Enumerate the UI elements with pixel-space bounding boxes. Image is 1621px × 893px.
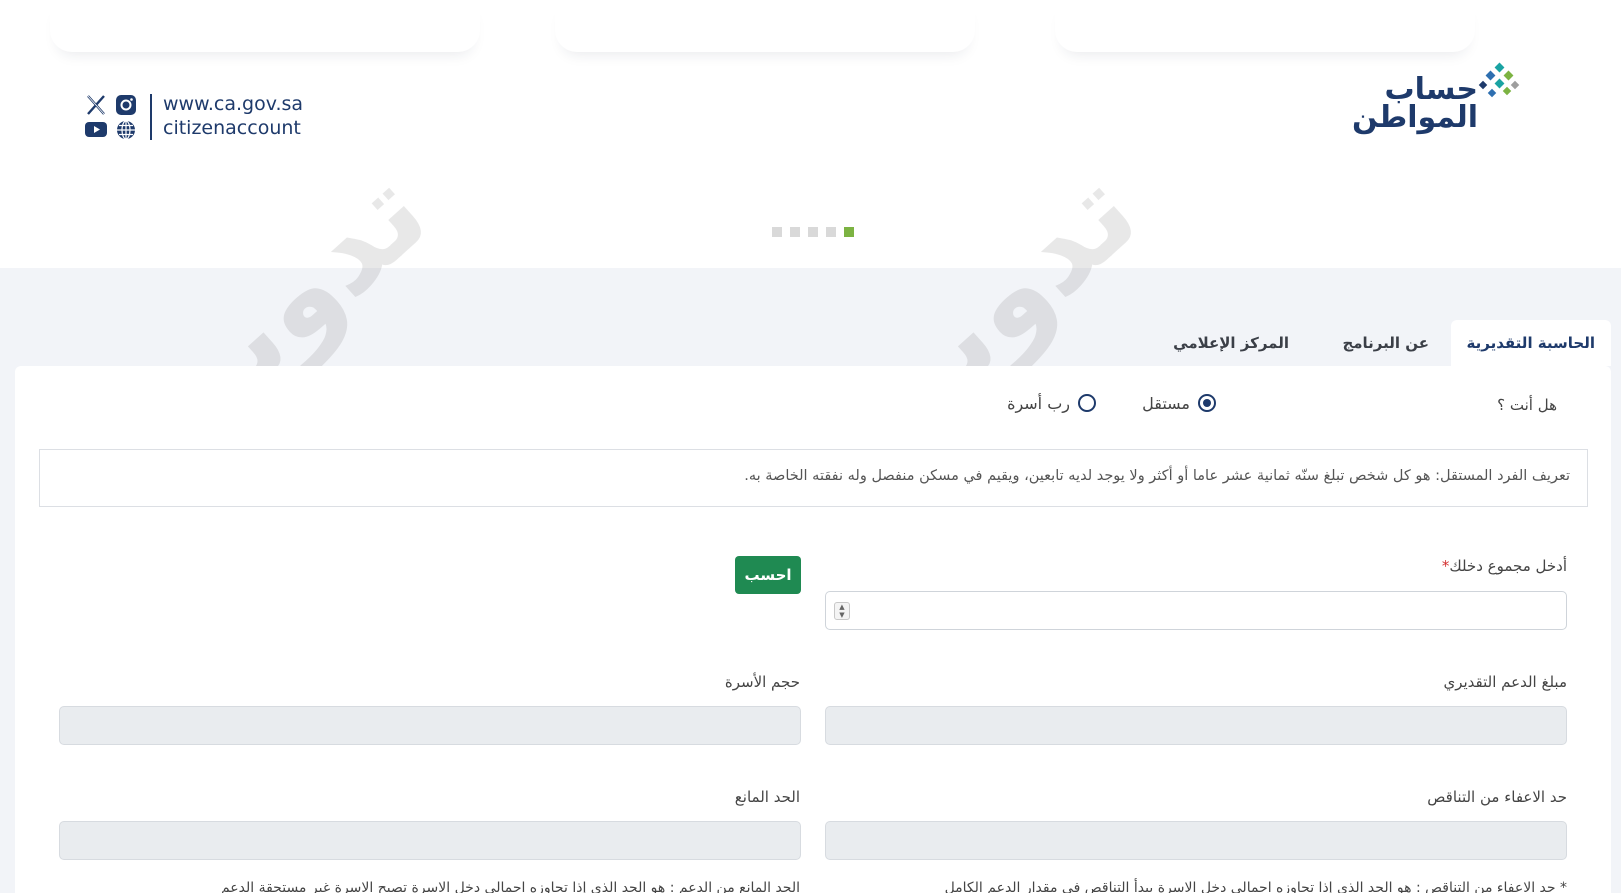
- globe-icon[interactable]: [115, 118, 137, 140]
- hero-banner: حساب المواطن www.ca.gov.sa citizenaccoun…: [0, 0, 1621, 268]
- tab-bar: الحاسبة التقديرية عن البرنامج المركز الإ…: [1011, 320, 1611, 366]
- slider-dot[interactable]: [790, 227, 800, 237]
- support-amount-label: مبلغ الدعم التقديري: [1443, 673, 1567, 691]
- citizen-account-logo[interactable]: حساب المواطن: [1352, 62, 1520, 144]
- banner-card-edge: [50, 0, 480, 52]
- tab-calculator[interactable]: الحاسبة التقديرية: [1450, 320, 1611, 366]
- applicant-type-question: هل أنت ؟: [1497, 396, 1557, 414]
- slider-dot[interactable]: [826, 227, 836, 237]
- radio-family-head[interactable]: رب أسرة: [1007, 392, 1096, 414]
- family-size-field: [59, 706, 801, 745]
- tab-about[interactable]: عن البرنامج: [1342, 320, 1429, 366]
- number-spinner-icon[interactable]: ▲ ▼: [834, 602, 850, 620]
- radio-circle-selected[interactable]: [1198, 394, 1216, 412]
- instagram-icon[interactable]: [115, 94, 137, 116]
- prohibitive-limit-label: الحد المانع: [734, 788, 800, 806]
- tab-media-center[interactable]: المركز الإعلامي: [1173, 320, 1289, 366]
- slider-dot[interactable]: [808, 227, 818, 237]
- exemption-limit-field: [825, 821, 1567, 860]
- slider-dot-active[interactable]: [844, 227, 854, 237]
- logo-line2: المواطن: [1351, 100, 1478, 135]
- slider-dot[interactable]: [772, 227, 782, 237]
- independent-definition: تعريف الفرد المستقل: هو كل شخص تبلغ سنّه…: [39, 449, 1588, 507]
- social-handle: citizenaccount: [163, 117, 301, 139]
- support-amount-field: [825, 706, 1567, 745]
- website-link[interactable]: www.ca.gov.sa: [163, 92, 303, 116]
- banner-card-edge: [555, 0, 975, 52]
- calculate-button[interactable]: احسب: [735, 556, 801, 594]
- exemption-limit-label: حد الاعفاء من التناقص: [1427, 788, 1567, 806]
- income-input[interactable]: ▲ ▼: [825, 591, 1567, 630]
- youtube-icon[interactable]: [85, 118, 107, 140]
- prohibitive-limit-field: [59, 821, 801, 860]
- x-icon[interactable]: [85, 94, 107, 116]
- radio-label-family-head: رب أسرة: [1007, 393, 1070, 413]
- radio-circle[interactable]: [1078, 394, 1096, 412]
- limit-note: الحد المانع من الدعم : هو الحد الذي إذا …: [220, 880, 800, 893]
- exemption-note: * حد الاعفاء من التناقص : هو الحد الذي إ…: [944, 880, 1567, 893]
- family-size-label: حجم الأسرة: [724, 673, 800, 691]
- radio-label-independent: مستقل: [1142, 393, 1190, 413]
- radio-independent[interactable]: مستقل: [1142, 392, 1216, 414]
- logo-mark-icon: [1478, 62, 1520, 98]
- contact-divider: [150, 94, 152, 140]
- banner-card-edge: [1055, 0, 1475, 52]
- income-label: أدخل مجموع دخلك*: [1441, 557, 1567, 575]
